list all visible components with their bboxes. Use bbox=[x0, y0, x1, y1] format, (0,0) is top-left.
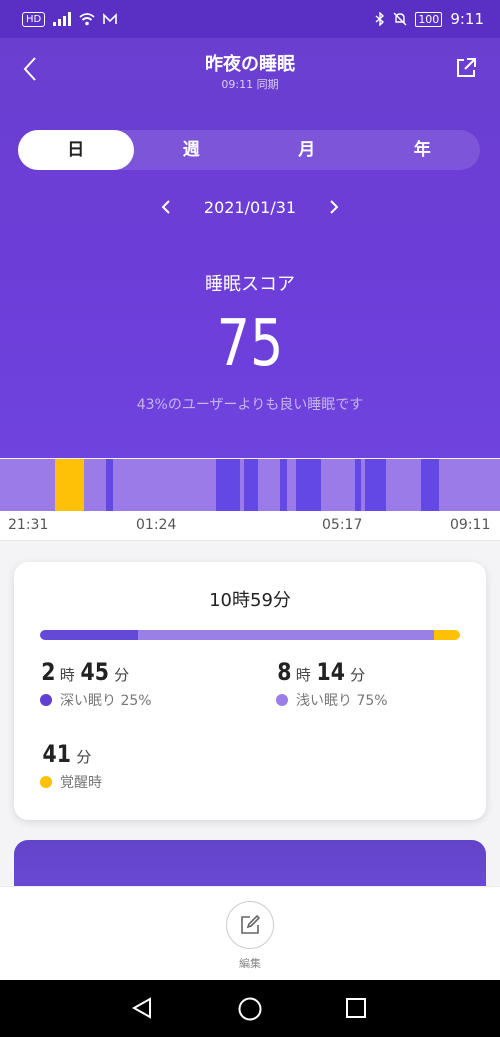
bottom-action-bar: 編集 bbox=[0, 886, 500, 980]
tick-label: 21:31 bbox=[8, 517, 49, 533]
period-tabs: 日 週 月 年 bbox=[18, 130, 480, 170]
hero-section: 昨夜の睡眠 09:11 同期 日 週 月 年 2021/01/31 睡眠スコア bbox=[0, 38, 500, 458]
system-nav-bar bbox=[0, 980, 500, 1037]
chevron-left-icon bbox=[161, 200, 170, 214]
tick-label: 05:17 bbox=[322, 517, 363, 533]
share-icon bbox=[457, 58, 476, 77]
bar-segment-light bbox=[137, 630, 434, 640]
bar-segment-awake bbox=[433, 630, 460, 640]
timeline-segment-deep bbox=[296, 459, 321, 511]
awake-stat: 41 分 覚醒時 bbox=[40, 740, 102, 792]
timeline-segment-deep bbox=[421, 459, 439, 511]
awake-minutes: 41 bbox=[42, 740, 71, 768]
home-circle-icon bbox=[238, 997, 262, 1021]
timeline-segment-light bbox=[321, 459, 355, 511]
battery-icon: 100 bbox=[415, 11, 443, 27]
total-sleep-time: 10時59分 bbox=[209, 590, 291, 611]
light-hours: 8 bbox=[277, 658, 292, 686]
deep-hours: 2 bbox=[41, 658, 56, 686]
tab-day[interactable]: 日 bbox=[18, 130, 134, 170]
deep-sleep-label: 深い眠り 25% bbox=[60, 693, 152, 709]
hours-unit: 時 bbox=[59, 666, 75, 684]
sync-time: 09:11 同期 bbox=[221, 78, 279, 91]
deep-sleep-dot bbox=[40, 694, 52, 706]
hd-badge: HD bbox=[22, 11, 46, 27]
timeline-segment-light bbox=[287, 459, 296, 511]
nav-recents-button[interactable] bbox=[344, 996, 370, 1022]
clock: 9:11 bbox=[450, 10, 484, 28]
light-minutes: 14 bbox=[316, 658, 345, 686]
awake-dot bbox=[40, 776, 52, 788]
top-bar: 昨夜の睡眠 09:11 同期 bbox=[0, 38, 500, 108]
minutes-unit: 分 bbox=[76, 748, 92, 766]
timeline-segment-light bbox=[113, 459, 216, 511]
bar-segment-deep bbox=[40, 630, 138, 640]
share-button[interactable] bbox=[454, 56, 480, 82]
sleep-score-description: 43%のユーザーよりも良い睡眠です bbox=[136, 397, 364, 413]
sleep-score-value: 75 bbox=[216, 307, 284, 381]
minutes-unit: 分 bbox=[350, 666, 366, 684]
chevron-right-icon bbox=[330, 200, 339, 214]
light-sleep-label: 浅い眠り 75% bbox=[296, 693, 388, 709]
edit-pencil-icon bbox=[241, 914, 261, 934]
timeline-segment-awake bbox=[55, 459, 84, 511]
timeline-segment-light bbox=[0, 459, 55, 511]
back-triangle-icon bbox=[131, 997, 151, 1019]
status-bar: HD 100 9:11 bbox=[0, 0, 500, 38]
deep-sleep-stat: 2 時 45 分 深い眠り 25% bbox=[40, 658, 152, 710]
current-date: 2021/01/31 bbox=[203, 197, 297, 217]
page-title: 昨夜の睡眠 bbox=[205, 54, 295, 75]
tab-month[interactable]: 月 bbox=[249, 130, 365, 170]
timeline-segment-deep bbox=[106, 459, 113, 511]
prev-date-button[interactable] bbox=[156, 195, 176, 219]
nav-back-button[interactable] bbox=[130, 996, 156, 1022]
tick-label: 09:11 bbox=[450, 517, 491, 533]
deep-minutes: 45 bbox=[80, 658, 109, 686]
tab-year[interactable]: 年 bbox=[365, 130, 481, 170]
timeline-segment-deep bbox=[280, 459, 287, 511]
timeline-segment-deep bbox=[365, 459, 386, 511]
timeline-segment-light bbox=[258, 459, 280, 511]
tab-week[interactable]: 週 bbox=[134, 130, 250, 170]
stage-proportion-bar bbox=[40, 630, 460, 640]
hours-unit: 時 bbox=[295, 666, 311, 684]
timeline-axis: 21:31 01:24 05:17 09:11 bbox=[0, 511, 500, 541]
light-sleep-stat: 8 時 14 分 浅い眠り 75% bbox=[276, 658, 388, 710]
signal-icon bbox=[53, 12, 72, 26]
sleep-summary-card: 10時59分 2 時 45 分 深い眠り 25% 8 時 14 分 浅い眠り 75% 41 分… bbox=[14, 562, 486, 820]
nav-home-button[interactable] bbox=[237, 996, 263, 1022]
timeline-segment-deep bbox=[216, 459, 240, 511]
timeline-segment-light bbox=[84, 459, 106, 511]
recents-square-icon bbox=[346, 998, 366, 1018]
timeline-segment-light bbox=[439, 459, 500, 511]
timeline-segment-deep bbox=[244, 459, 258, 511]
light-sleep-dot bbox=[276, 694, 288, 706]
tick-label: 01:24 bbox=[136, 517, 177, 533]
sleep-score-label: 睡眠スコア bbox=[205, 274, 295, 295]
sleep-stage-timeline[interactable] bbox=[0, 459, 500, 511]
edit-button[interactable] bbox=[226, 901, 274, 949]
mail-icon bbox=[103, 13, 118, 24]
edit-label: 編集 bbox=[239, 957, 261, 970]
minutes-unit: 分 bbox=[114, 666, 130, 684]
awake-label: 覚醒時 bbox=[60, 775, 102, 791]
mute-icon bbox=[393, 12, 407, 26]
next-date-button[interactable] bbox=[324, 195, 344, 219]
wifi-icon bbox=[79, 13, 95, 26]
timeline-segment-light bbox=[386, 459, 421, 511]
bluetooth-icon bbox=[375, 12, 385, 26]
date-navigator: 2021/01/31 bbox=[0, 194, 500, 220]
